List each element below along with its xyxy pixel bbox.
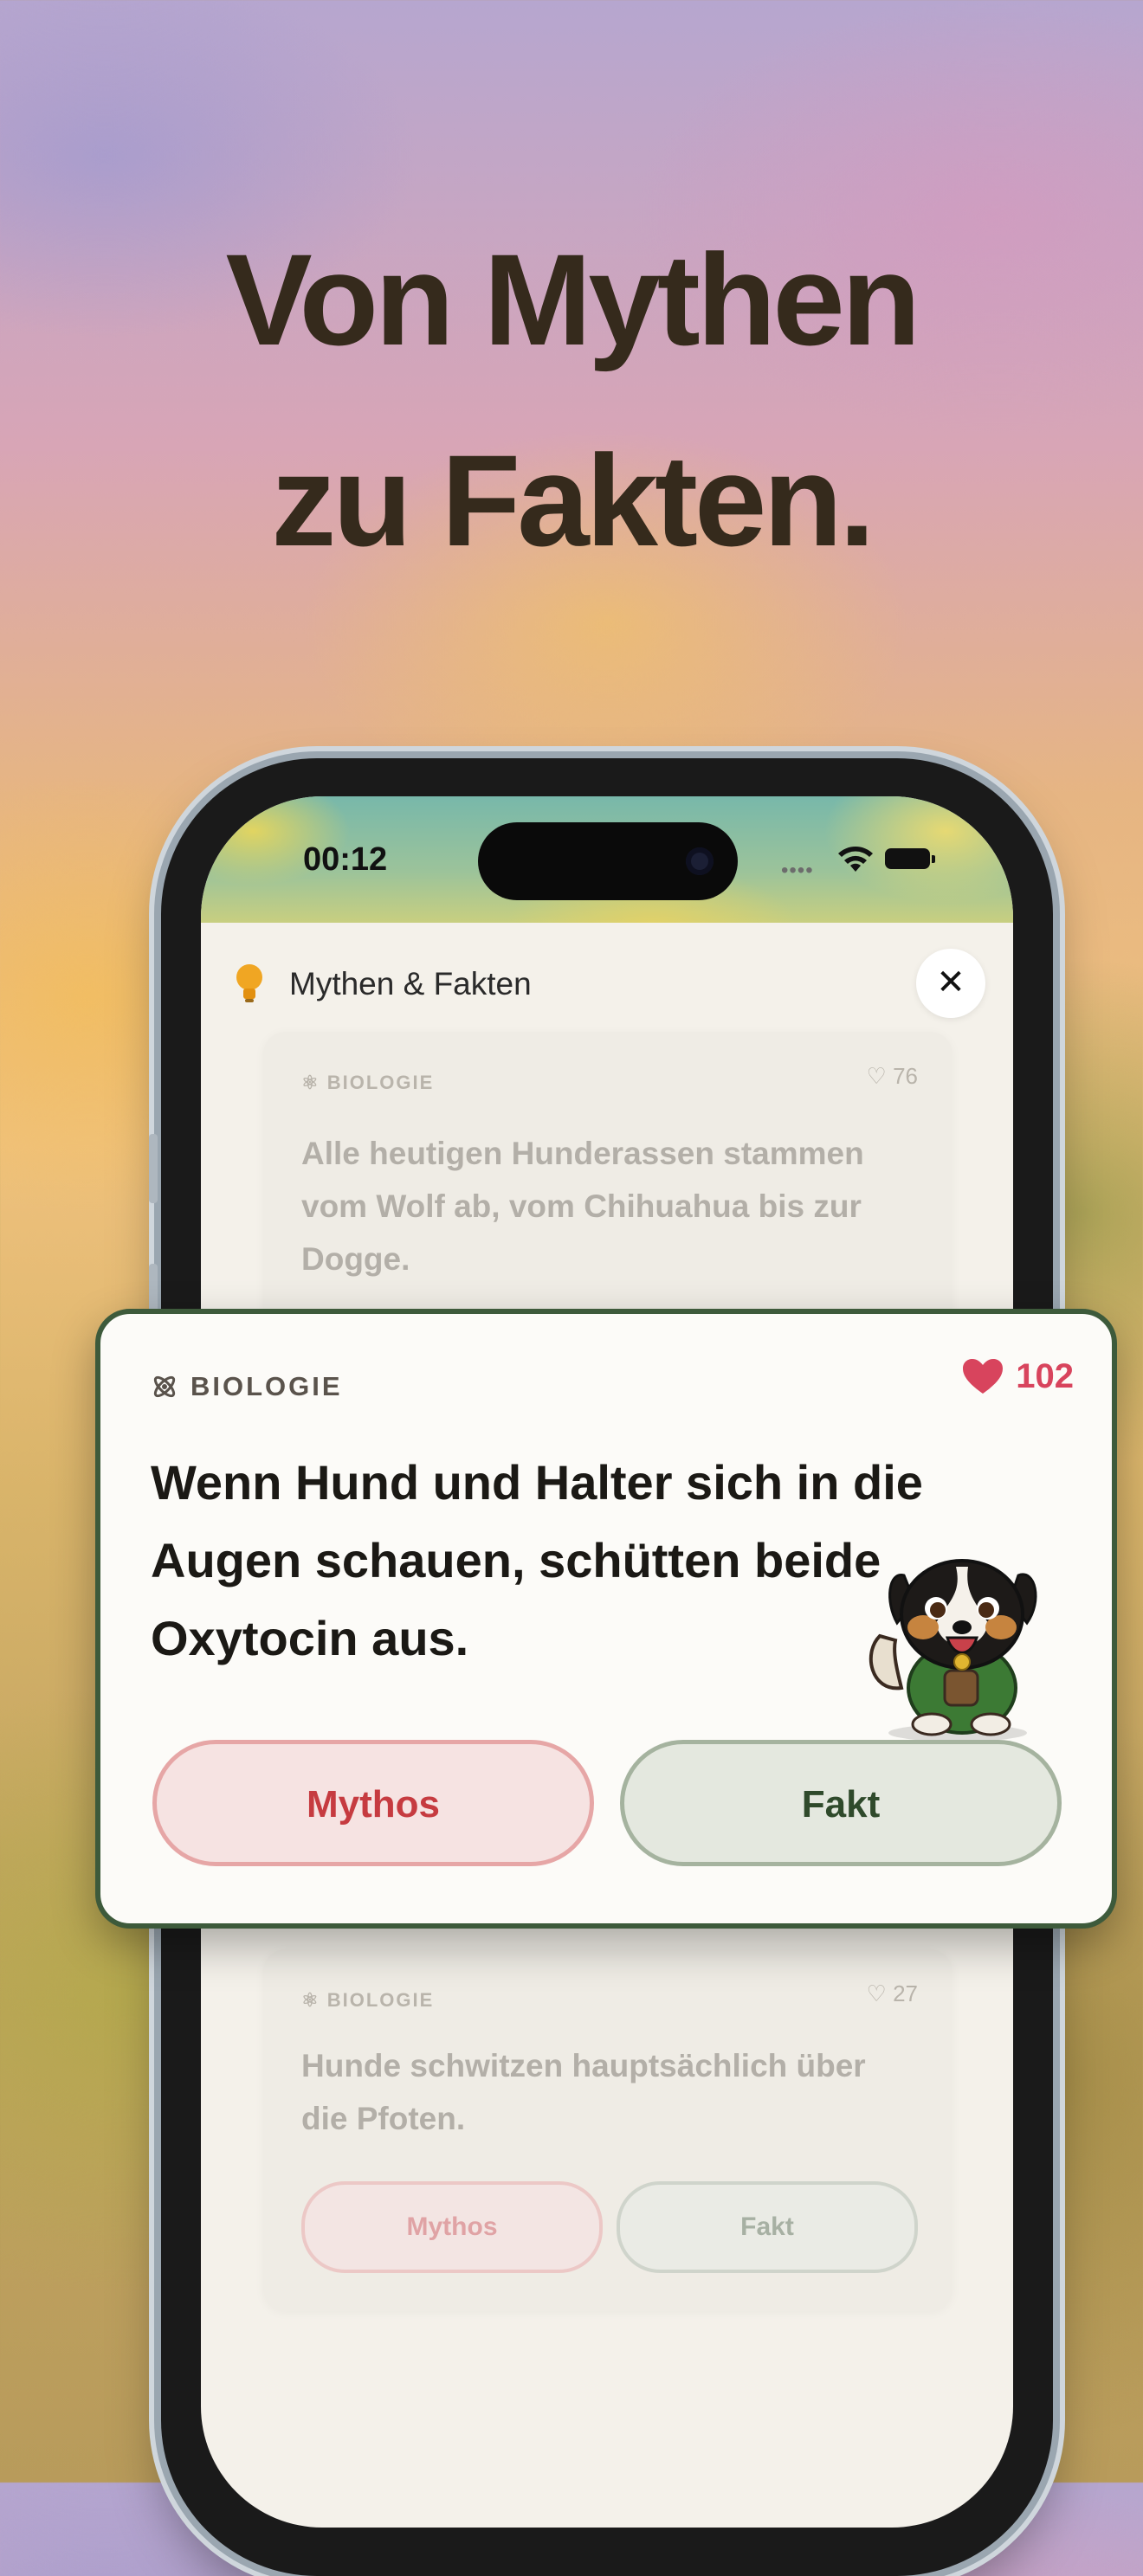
heart-outline-icon: ♡ — [866, 1980, 887, 2006]
next-card: ⚛ BIOLOGIE ♡ 27 Hunde schwitzen hauptsäch… — [263, 1949, 953, 2311]
previous-card-text: Alle heutigen Hunderassen stammen vom Wo… — [301, 1136, 864, 1277]
dynamic-island — [478, 822, 738, 900]
app-header: Mythen & Fakten ✕ — [232, 949, 985, 1018]
signal-icon: •••• — [781, 859, 814, 882]
headline: Von Mythen zu Fakten. — [0, 199, 1143, 601]
dog-mascot-icon — [869, 1559, 1037, 1742]
current-card-category: BIOLOGIE — [151, 1371, 343, 1402]
close-button[interactable]: ✕ — [916, 949, 985, 1018]
status-time: 00:12 — [303, 841, 388, 878]
current-card: BIOLOGIE 102 Wenn Hund und Halter sich i… — [95, 1309, 1117, 1929]
phone-side-button — [149, 1134, 158, 1203]
camera-icon — [686, 847, 714, 875]
next-myth-button[interactable]: Mythos — [301, 2181, 603, 2273]
previous-card-likes: ♡ 76 — [866, 1063, 918, 1089]
app-title: Mythen & Fakten — [289, 966, 532, 1001]
headline-line-1: Von Mythen — [225, 227, 921, 372]
atom-icon: ⚛ — [301, 1072, 320, 1093]
headline-line-2: zu Fakten. — [271, 428, 875, 573]
status-bar: 00:12 •••• — [201, 796, 1013, 923]
fact-button[interactable]: Fakt — [620, 1740, 1062, 1866]
next-card-category: ⚛ BIOLOGIE — [301, 1989, 435, 2011]
heart-outline-icon: ♡ — [866, 1063, 887, 1089]
close-icon: ✕ — [936, 963, 965, 1001]
next-card-likes: ♡ 27 — [866, 1980, 918, 2006]
wifi-icon — [838, 847, 873, 872]
previous-card-category: ⚛ BIOLOGIE — [301, 1072, 435, 1093]
myth-button[interactable]: Mythos — [152, 1740, 594, 1866]
atom-icon — [153, 1375, 176, 1398]
heart-icon — [963, 1359, 1004, 1394]
atom-icon: ⚛ — [301, 1989, 320, 2011]
battery-icon — [885, 848, 935, 869]
current-card-likes[interactable]: 102 — [962, 1357, 1074, 1396]
next-fact-button[interactable]: Fakt — [617, 2181, 918, 2273]
lightbulb-icon — [236, 964, 262, 1002]
next-card-text: Hunde schwitzen hauptsächlich über die P… — [301, 2048, 866, 2136]
